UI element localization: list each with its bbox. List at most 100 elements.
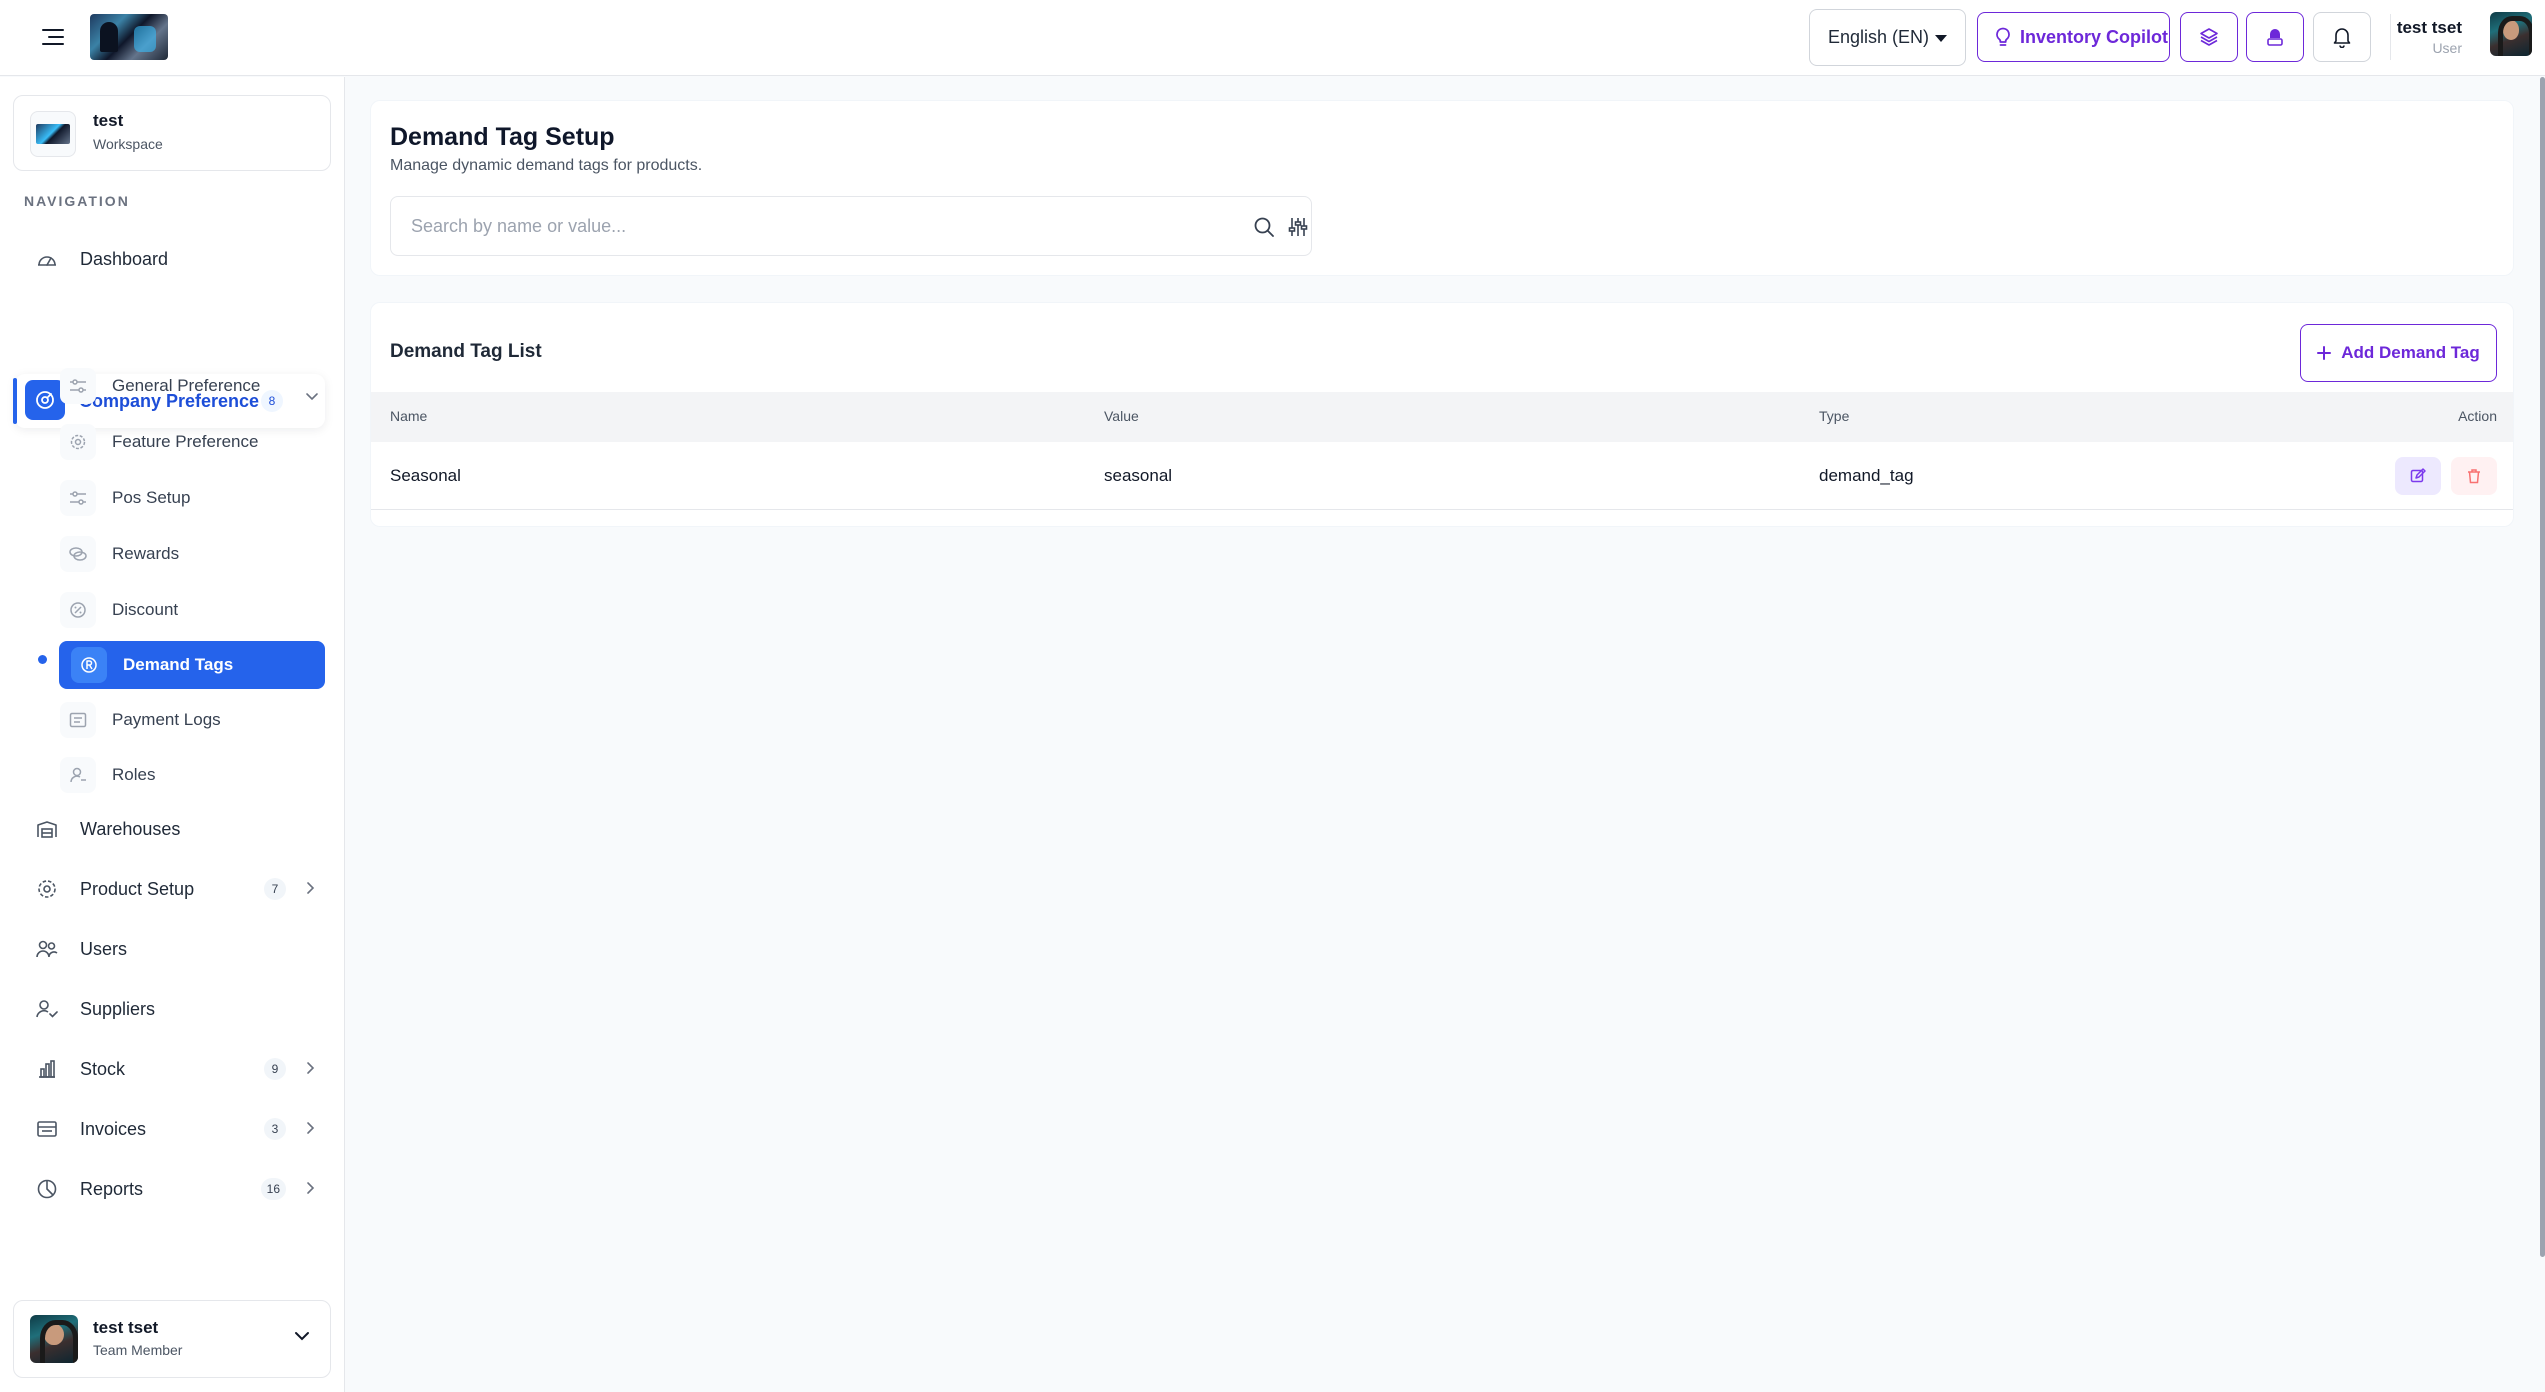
chevron-right-icon [306, 1121, 316, 1135]
sidebar-subitem-rewards[interactable]: Rewards [60, 530, 325, 578]
sidebar-subitem-discount[interactable]: Discount [60, 586, 325, 634]
active-indicator [13, 378, 17, 424]
search-input[interactable] [393, 199, 1213, 253]
sidebar-subitem-feature-preference[interactable]: Feature Preference [60, 418, 325, 466]
settings-icon [25, 380, 65, 420]
sidebar-subitem-label: Discount [112, 600, 179, 619]
page-header-card: Demand Tag Setup Manage dynamic demand t… [370, 100, 2514, 276]
brand-logo[interactable] [90, 14, 168, 60]
coins-icon [60, 536, 96, 572]
edit-icon [2410, 468, 2426, 483]
percent-icon [60, 592, 96, 628]
column-header-type: Type [1819, 408, 1850, 424]
active-dot [38, 655, 47, 664]
filter-icon[interactable] [1287, 216, 1309, 238]
log-icon [60, 702, 96, 738]
sidebar-subitem-payment-logs[interactable]: Payment Logs [60, 696, 325, 744]
page-title: Demand Tag Setup [390, 123, 615, 151]
sidebar-subitem-label: Pos Setup [112, 488, 191, 507]
bar-chart-icon [24, 1046, 70, 1092]
sidebar-subitem-label: Roles [112, 765, 156, 784]
column-header-value: Value [1104, 408, 1139, 424]
list-title: Demand Tag List [390, 341, 542, 362]
language-select[interactable]: English (EN) [1809, 9, 1966, 66]
sliders-icon [60, 480, 96, 516]
user-role: User [2432, 40, 2462, 56]
caret-down-icon [1935, 35, 1947, 42]
avatar [30, 1315, 78, 1363]
gear-icon [60, 424, 96, 460]
sidebar-item-label: Invoices [80, 1118, 147, 1139]
workspace-logo [30, 111, 76, 157]
page-subtitle: Manage dynamic demand tags for products. [390, 157, 703, 174]
gauge-icon [24, 236, 70, 282]
workspace-name: test [93, 111, 124, 130]
edit-button[interactable] [2395, 457, 2441, 495]
search-icon[interactable] [1253, 216, 1275, 238]
sidebar-item-stock[interactable]: Stock 9 [24, 1045, 326, 1093]
user-menu[interactable]: test tset User [2397, 10, 2532, 62]
assistant-button[interactable] [2246, 12, 2304, 62]
sidebar-subitem-label: Demand Tags [123, 655, 234, 674]
sidebar-item-label: Users [80, 938, 128, 959]
layers-icon [2200, 28, 2218, 46]
column-header-name: Name [390, 408, 428, 424]
bell-icon [2333, 28, 2351, 48]
layers-button[interactable] [2180, 12, 2238, 62]
demand-tag-list-card: Demand Tag List Add Demand Tag Name Valu… [370, 302, 2514, 527]
table-header: Name Value Type Action [371, 392, 2513, 442]
sidebar-item-label: Stock [80, 1058, 126, 1079]
inventory-copilot-label: Inventory Copilot [2020, 26, 2168, 47]
users-icon [24, 926, 70, 972]
registered-icon [71, 647, 107, 683]
cell-type: demand_tag [1819, 466, 1914, 485]
notifications-button[interactable] [2313, 12, 2371, 62]
count-badge: 9 [264, 1058, 286, 1080]
sidebar-subitem-label: Payment Logs [112, 710, 221, 729]
delete-button[interactable] [2451, 457, 2497, 495]
workspace-switcher[interactable]: test Workspace [13, 95, 331, 171]
table-row: Seasonal seasonal demand_tag [371, 442, 2513, 510]
sidebar-item-users[interactable]: Users [24, 925, 326, 973]
sidebar-item-label: Reports [80, 1178, 144, 1199]
sidebar-item-label: Suppliers [80, 998, 156, 1019]
column-header-action: Action [2458, 408, 2497, 424]
sidebar-subitem-label: Feature Preference [112, 432, 259, 451]
warehouse-icon [24, 806, 70, 852]
page-scrollbar[interactable] [2540, 77, 2545, 1257]
workspace-label: Workspace [93, 136, 163, 152]
chevron-right-icon [306, 881, 316, 895]
sidebar-subitem-demand-tags[interactable]: Demand Tags [59, 641, 325, 689]
chevron-down-icon [294, 1331, 310, 1341]
add-demand-tag-label: Add Demand Tag [2341, 343, 2480, 362]
user-name: test tset [2396, 18, 2462, 37]
sidebar-subitem-label: Rewards [112, 544, 180, 563]
search-box [390, 196, 1312, 256]
assistant-icon [2267, 29, 2283, 46]
lightbulb-icon [1996, 27, 2010, 46]
top-bar: English (EN) Inventory Copilot test tset… [0, 0, 2545, 76]
menu-toggle-button[interactable] [38, 22, 68, 52]
sidebar-item-product-setup[interactable]: Product Setup 7 [24, 865, 326, 913]
sidebar: test Workspace NAVIGATION Dashboard Comp… [0, 77, 345, 1392]
sidebar-item-label: Dashboard [80, 248, 169, 269]
add-demand-tag-button[interactable]: Add Demand Tag [2300, 324, 2497, 382]
trash-icon [2468, 469, 2480, 484]
cell-value: seasonal [1104, 466, 1173, 485]
sidebar-item-dashboard[interactable]: Dashboard [24, 235, 326, 283]
sidebar-subitem-pos-setup[interactable]: Pos Setup [60, 474, 325, 522]
account-menu[interactable]: test tset Team Member [13, 1300, 331, 1378]
inventory-copilot-button[interactable]: Inventory Copilot [1977, 12, 2170, 62]
sidebar-item-reports[interactable]: Reports 16 [24, 1165, 326, 1213]
sidebar-item-suppliers[interactable]: Suppliers [24, 985, 326, 1033]
menu-icon [42, 29, 64, 45]
sliders-icon [60, 368, 96, 404]
sidebar-item-invoices[interactable]: Invoices 3 [24, 1105, 326, 1153]
chevron-right-icon [306, 1061, 316, 1075]
topbar-divider [2390, 14, 2391, 60]
sidebar-item-warehouses[interactable]: Warehouses [24, 805, 326, 853]
sidebar-subitem-general-preference[interactable]: General Preference [60, 362, 325, 410]
sidebar-item-label: Product Setup [80, 878, 195, 899]
count-badge: 3 [264, 1118, 286, 1140]
sidebar-subitem-roles[interactable]: Roles [60, 751, 325, 799]
